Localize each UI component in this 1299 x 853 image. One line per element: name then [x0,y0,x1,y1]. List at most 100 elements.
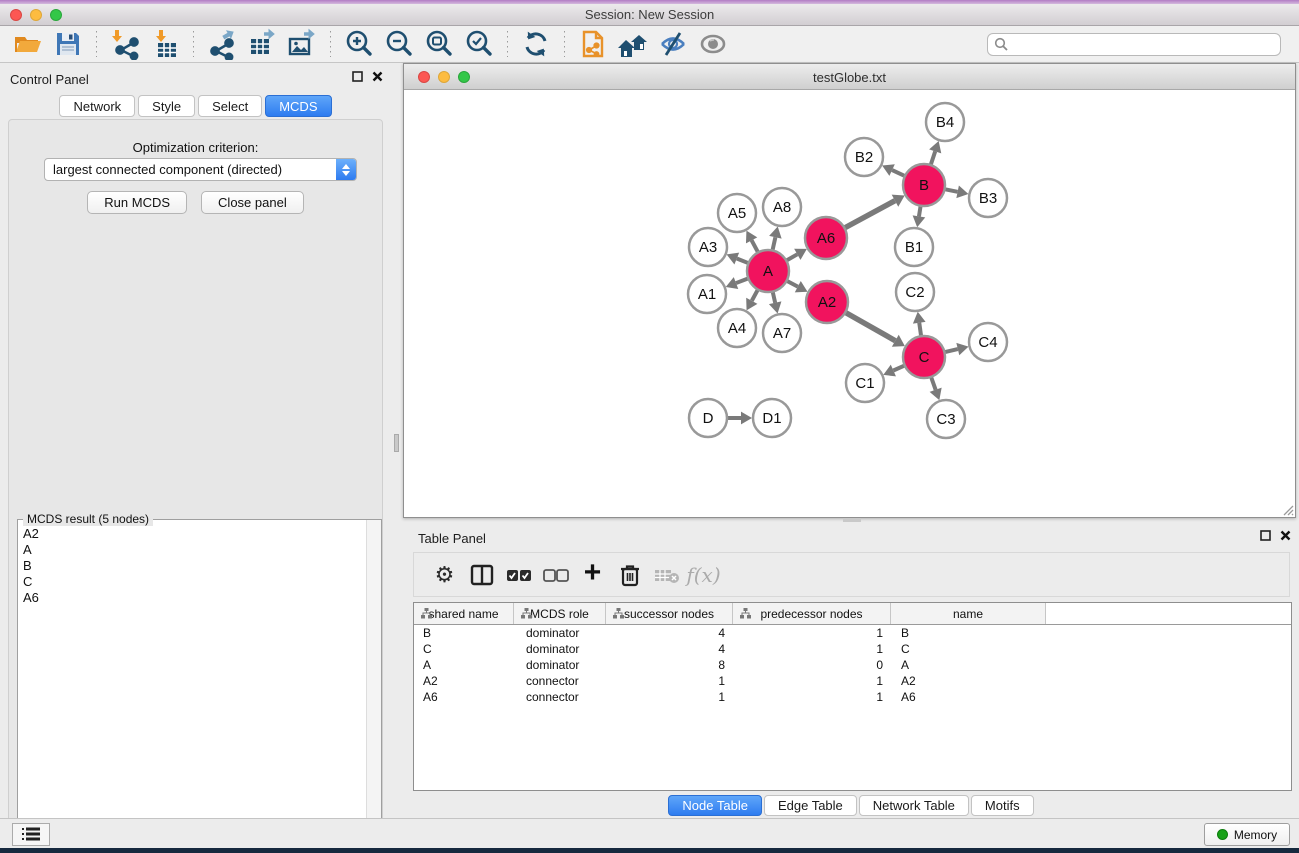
graph-node-A1[interactable]: A1 [688,275,726,313]
graph-edge-C-C4[interactable] [944,349,957,352]
zoom-selected-icon[interactable] [459,27,499,61]
graph-node-A[interactable]: A [747,250,789,292]
refresh-layout-icon[interactable] [516,27,556,61]
graph-node-B1[interactable]: B1 [895,228,933,266]
tab-style[interactable]: Style [138,95,195,117]
graph-node-C1[interactable]: C1 [846,364,884,402]
new-network-doc-icon[interactable] [573,27,613,61]
graph-edge-A-A4[interactable] [752,289,758,300]
table-row[interactable]: Adominator80A [414,657,1291,673]
graph-edge-B-B3[interactable] [945,189,958,192]
graph-node-B3[interactable]: B3 [969,179,1007,217]
tab-edge-table[interactable]: Edge Table [764,795,857,816]
graph-edge-C-C3[interactable] [931,377,936,390]
result-item[interactable]: A [23,542,365,558]
search-field[interactable] [987,33,1281,56]
graph-node-B2[interactable]: B2 [845,138,883,176]
memory-button[interactable]: Memory [1204,823,1290,846]
table-row[interactable]: A6connector11A6 [414,689,1291,705]
search-input[interactable] [1013,37,1274,51]
graph-edge-A-A3[interactable] [737,259,749,264]
close-panel-icon[interactable] [372,71,383,82]
column-settings-icon[interactable]: ⚙ [426,557,463,593]
run-mcds-button[interactable]: Run MCDS [87,191,187,214]
result-item[interactable]: C [23,574,365,590]
import-network-icon[interactable] [105,27,145,61]
float-panel-icon[interactable] [352,71,363,82]
open-session-icon[interactable] [8,27,48,61]
tab-network[interactable]: Network [59,95,135,117]
graph-edge-B-B1[interactable] [919,206,921,217]
graph-node-D[interactable]: D [689,399,727,437]
table-row[interactable]: Cdominator41C [414,641,1291,657]
close-panel-button[interactable]: Close panel [201,191,304,214]
graph-edge-A-A6[interactable] [786,254,797,260]
graph-edge-A2-C[interactable] [845,312,895,340]
zoom-fit-icon[interactable] [419,27,459,61]
graph-edge-B-B2[interactable] [892,170,905,176]
column-header-mcds-role[interactable]: MCDS role [514,603,606,624]
graph-node-C2[interactable]: C2 [896,273,934,311]
result-item[interactable]: B [23,558,365,574]
network-window-titlebar[interactable]: testGlobe.txt [404,64,1295,90]
graph-edge-C-C2[interactable] [919,323,921,336]
graph-node-A4[interactable]: A4 [718,309,756,347]
network-canvas[interactable]: A A1 A2 A3 A4 A5 A6 A7 A8 B B1 B2 B3B4 C C1 C2 C3 C4 D D1 [404,90,1295,517]
tab-motifs[interactable]: Motifs [971,795,1034,816]
column-header-shared-name[interactable]: shared name [414,603,514,624]
graph-node-B4[interactable]: B4 [926,103,964,141]
export-image-icon[interactable] [282,27,322,61]
panel-chooser-button[interactable] [12,823,50,846]
delete-table-icon[interactable] [648,557,685,593]
import-table-icon[interactable] [145,27,185,61]
deselect-all-columns-icon[interactable] [537,557,574,593]
graph-edge-C-C1[interactable] [893,365,904,370]
graph-node-A7[interactable]: A7 [763,314,801,352]
column-header-name[interactable]: name [891,603,1046,624]
tab-node-table[interactable]: Node Table [668,795,762,816]
toggle-columns-icon[interactable] [463,557,500,593]
graph-node-A3[interactable]: A3 [689,228,727,266]
tab-mcds[interactable]: MCDS [265,95,331,117]
graph-node-C3[interactable]: C3 [927,400,965,438]
resize-grip-icon[interactable] [1280,502,1294,516]
table-row[interactable]: A2connector11A2 [414,673,1291,689]
graph-edge-A-A2[interactable] [787,281,798,287]
graph-edge-B-B4[interactable] [931,151,936,165]
tab-network-table[interactable]: Network Table [859,795,969,816]
apply-function-icon[interactable]: f(x) [685,557,722,593]
tab-select[interactable]: Select [198,95,262,117]
hide-details-icon[interactable] [653,27,693,61]
graph-edge-A-A1[interactable] [736,278,748,283]
home-views-icon[interactable] [613,27,653,61]
mcds-result-list[interactable]: A2ABCA6 [19,526,365,850]
birdseye-view-icon[interactable] [693,27,733,61]
column-header-predecessor-nodes[interactable]: predecessor nodes [733,603,891,624]
select-all-columns-icon[interactable] [500,557,537,593]
result-item[interactable]: A6 [23,590,365,606]
graph-node-A2[interactable]: A2 [806,281,848,323]
zoom-out-icon[interactable] [379,27,419,61]
graph-node-A8[interactable]: A8 [763,188,801,226]
graph-node-B[interactable]: B [903,164,945,206]
graph-node-C[interactable]: C [903,336,945,378]
result-item[interactable]: A2 [23,526,365,542]
table-row[interactable]: Bdominator41B [414,625,1291,641]
result-scrollbar[interactable] [366,520,381,851]
export-network-icon[interactable] [202,27,242,61]
graph-edge-A-A7[interactable] [773,291,776,302]
column-header-successor-nodes[interactable]: successor nodes [606,603,733,624]
graph-edge-A-A8[interactable] [772,237,775,250]
export-table-icon[interactable] [242,27,282,61]
add-column-icon[interactable]: + [574,557,611,593]
optimization-select[interactable]: largest connected component (directed) [44,158,357,181]
graph-node-A5[interactable]: A5 [718,194,756,232]
graph-edge-A6-B[interactable] [844,201,895,228]
close-panel-icon[interactable] [1280,530,1291,541]
delete-column-icon[interactable] [611,557,648,593]
graph-edge-A-A5[interactable] [752,240,758,252]
panel-divider-handle[interactable] [394,434,399,452]
graph-node-C4[interactable]: C4 [969,323,1007,361]
graph-node-A6[interactable]: A6 [805,217,847,259]
graph-node-D1[interactable]: D1 [753,399,791,437]
